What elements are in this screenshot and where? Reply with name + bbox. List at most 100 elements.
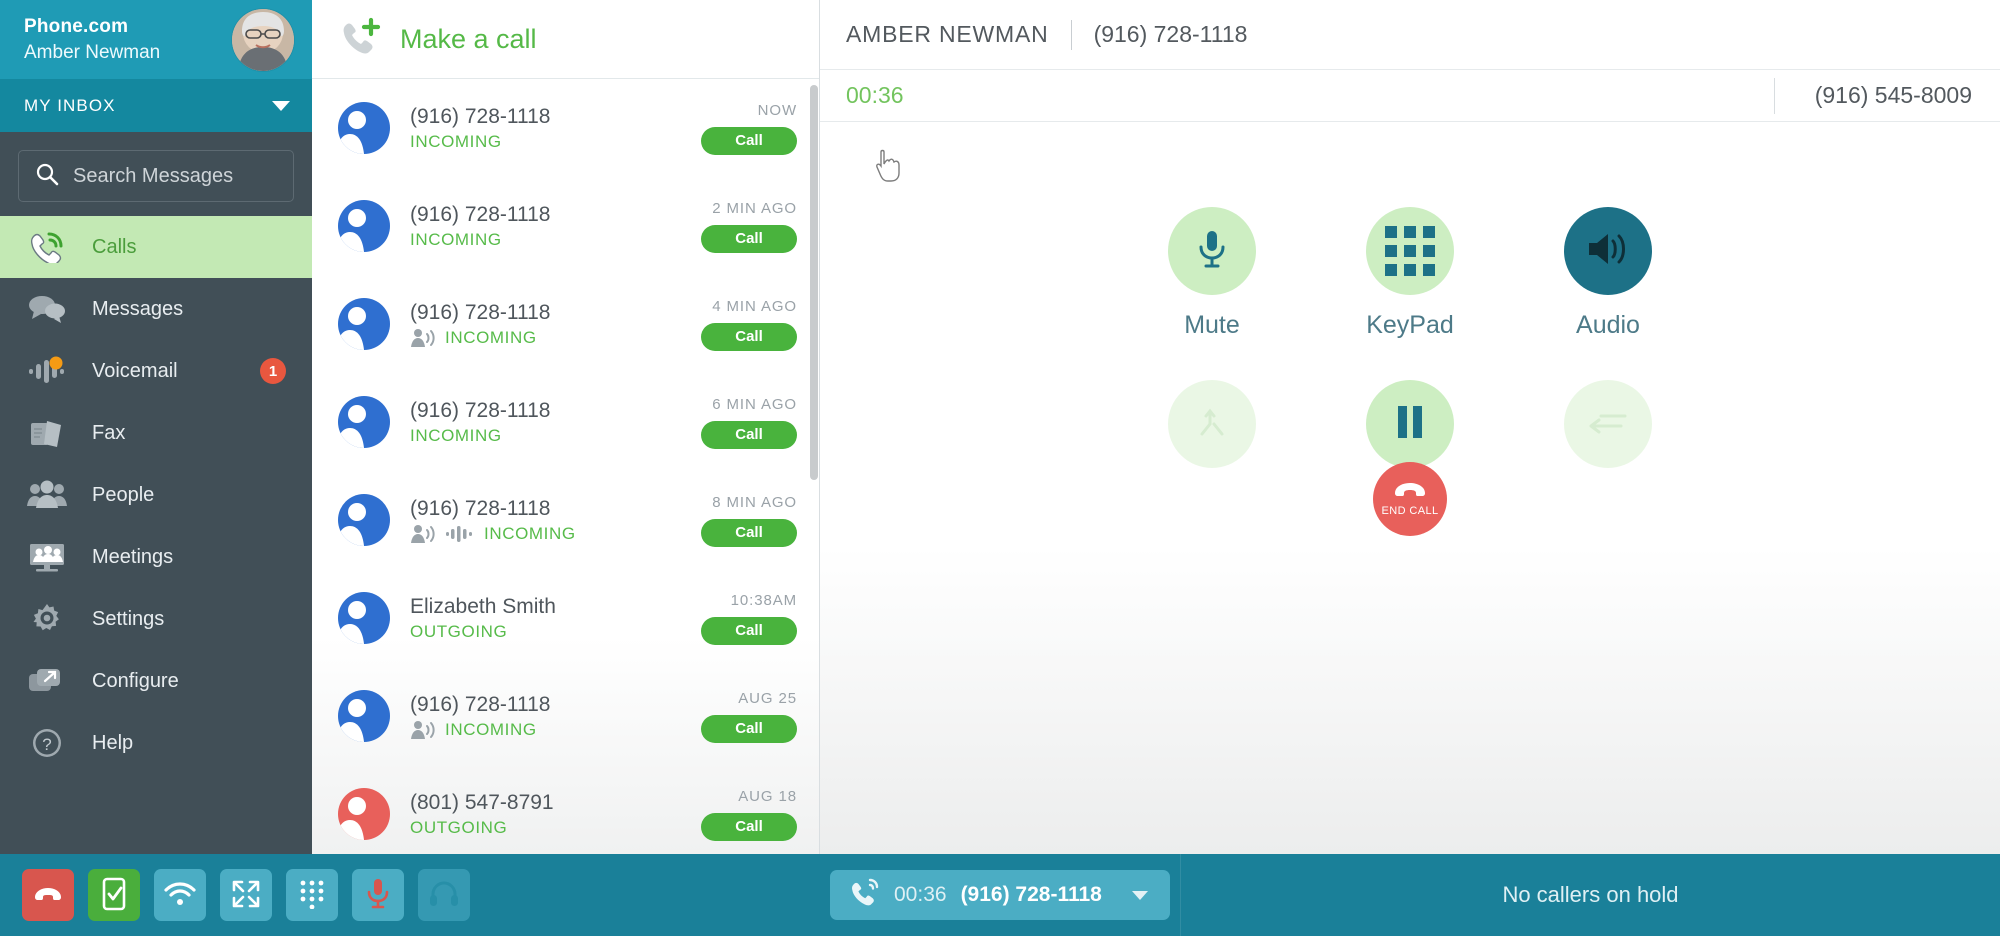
sidebar-item-label: People bbox=[92, 483, 155, 506]
sidebar-item-messages[interactable]: Messages bbox=[0, 278, 312, 340]
headset-button[interactable] bbox=[418, 869, 470, 921]
audio-button[interactable] bbox=[876, 149, 1652, 295]
fax-pages-icon bbox=[24, 417, 70, 449]
hangup-toolbar-button[interactable] bbox=[22, 869, 74, 921]
call-item-name: Elizabeth Smith bbox=[410, 594, 556, 618]
chat-bubbles-icon bbox=[24, 294, 70, 324]
call-list-item[interactable]: (916) 728-1118 INCOMING 8 MIN AGO Call bbox=[312, 471, 819, 569]
brand-name: Phone.com bbox=[24, 15, 129, 37]
inbox-label: MY INBOX bbox=[24, 95, 116, 115]
call-back-button[interactable]: Call bbox=[701, 126, 797, 155]
bottom-toolbar: 00:36 (916) 728-1118 No callers on hold bbox=[0, 854, 2000, 936]
call-list-item[interactable]: (916) 728-1118 INCOMING AUG 25 Call bbox=[312, 667, 819, 765]
hold-status-text: No callers on hold bbox=[1502, 882, 1679, 907]
search-input[interactable]: Search Messages bbox=[18, 150, 294, 202]
merge-control bbox=[1137, 380, 1287, 513]
sidebar-item-label: Help bbox=[92, 731, 134, 754]
call-item-time: 6 MIN AGO bbox=[712, 395, 797, 413]
make-a-call-button[interactable]: Make a call bbox=[312, 0, 819, 79]
sidebar-item-people[interactable]: People bbox=[0, 464, 312, 526]
mute-button[interactable] bbox=[1168, 207, 1256, 295]
call-list-item[interactable]: (916) 728-1118 INCOMING NOW Call bbox=[312, 79, 819, 177]
microphone-toolbar-button[interactable] bbox=[352, 869, 404, 921]
call-item-subrow: INCOMING bbox=[410, 524, 701, 544]
call-item-actions: 6 MIN AGO Call bbox=[701, 396, 797, 449]
call-item-name: (916) 728-1118 bbox=[410, 692, 551, 716]
avatar[interactable] bbox=[232, 8, 294, 71]
call-back-button[interactable]: Call bbox=[701, 420, 797, 449]
call-list-item[interactable]: (801) 547-8791 OUTGOING AUG 18 Call bbox=[312, 765, 819, 854]
end-call-button[interactable]: END CALL bbox=[1373, 462, 1447, 536]
call-item-subrow: OUTGOING bbox=[410, 622, 701, 642]
dialpad-button[interactable] bbox=[286, 869, 338, 921]
end-call-label: END CALL bbox=[1381, 505, 1439, 517]
keypad-label: KeyPad bbox=[1366, 311, 1454, 339]
chevron-down-icon[interactable] bbox=[1132, 890, 1148, 900]
user-avatar-photo bbox=[232, 8, 294, 71]
keypad-button[interactable] bbox=[1366, 207, 1454, 295]
call-item-actions: AUG 25 Call bbox=[701, 690, 797, 743]
sidebar-nav: Calls Messages Voicemail 1 Fax People Me… bbox=[0, 216, 312, 854]
call-duration-timer: 00:36 bbox=[846, 82, 904, 108]
main-content-row: Phone.com Amber Newman MY INBOX Search M… bbox=[0, 0, 2000, 854]
call-item-actions: AUG 18 Call bbox=[701, 788, 797, 841]
merge-call-button bbox=[1168, 380, 1256, 468]
mouse-cursor-icon bbox=[874, 146, 904, 187]
call-back-button[interactable]: Call bbox=[701, 518, 797, 547]
hold-button[interactable] bbox=[1366, 380, 1454, 468]
call-back-button[interactable]: Call bbox=[701, 714, 797, 743]
sidebar-item-configure[interactable]: Configure bbox=[0, 650, 312, 712]
call-item-name: (916) 728-1118 bbox=[410, 398, 551, 422]
inbox-selector[interactable]: MY INBOX bbox=[0, 79, 312, 132]
person-speaking-icon bbox=[410, 328, 436, 348]
call-list-scroll[interactable]: (916) 728-1118 INCOMING NOW Call (916) 728-1… bbox=[312, 79, 819, 854]
avatar bbox=[338, 298, 390, 350]
call-item-direction: INCOMING bbox=[445, 328, 537, 348]
profile-header[interactable]: Phone.com Amber Newman bbox=[0, 0, 312, 79]
active-call-indicator-wrap: 00:36 (916) 728-1118 bbox=[820, 870, 1180, 920]
search-container: Search Messages bbox=[0, 132, 312, 216]
call-item-info: (916) 728-1118 INCOMING bbox=[410, 202, 701, 250]
phone-hangup-icon bbox=[1393, 481, 1427, 500]
call-back-button[interactable]: Call bbox=[701, 616, 797, 645]
call-item-actions: 2 MIN AGO Call bbox=[701, 200, 797, 253]
call-item-subrow: INCOMING bbox=[410, 720, 701, 740]
call-back-button[interactable]: Call bbox=[701, 812, 797, 841]
avatar bbox=[338, 690, 390, 742]
call-list-item[interactable]: (916) 728-1118 INCOMING 6 MIN AGO Call bbox=[312, 373, 819, 471]
expand-icon bbox=[231, 879, 261, 912]
sidebar-item-fax[interactable]: Fax bbox=[0, 402, 312, 464]
search-icon bbox=[35, 162, 59, 191]
call-alt-number: (916) 545-8009 bbox=[1814, 82, 1972, 108]
call-back-button[interactable]: Call bbox=[701, 224, 797, 253]
avatar bbox=[338, 494, 390, 546]
phone-ringing-icon bbox=[850, 878, 880, 913]
keypad-control: KeyPad bbox=[1335, 207, 1485, 340]
call-list-item[interactable]: Elizabeth Smith OUTGOING 10:38AM Call bbox=[312, 569, 819, 667]
network-status-button[interactable] bbox=[154, 869, 206, 921]
sidebar-item-voicemail[interactable]: Voicemail 1 bbox=[0, 340, 312, 402]
call-item-info: (801) 547-8791 OUTGOING bbox=[410, 790, 701, 838]
expand-button[interactable] bbox=[220, 869, 272, 921]
call-item-actions: 4 MIN AGO Call bbox=[701, 298, 797, 351]
gear-icon bbox=[24, 602, 70, 636]
sidebar-item-meetings[interactable]: Meetings bbox=[0, 526, 312, 588]
sidebar-item-settings[interactable]: Settings bbox=[0, 588, 312, 650]
sidebar-item-help[interactable]: ? Help bbox=[0, 712, 312, 774]
bottom-toolbar-buttons bbox=[0, 869, 820, 921]
call-item-name: (801) 547-8791 bbox=[410, 790, 554, 814]
call-list-item[interactable]: (916) 728-1118 INCOMING 4 MIN AGO Call bbox=[312, 275, 819, 373]
mute-control: Mute bbox=[1137, 207, 1287, 340]
sidebar-item-calls[interactable]: Calls bbox=[0, 216, 312, 278]
call-list-scrollbar[interactable] bbox=[810, 85, 818, 480]
call-panel-subheader: 00:36 (916) 545-8009 bbox=[820, 70, 2000, 122]
call-back-button[interactable]: Call bbox=[701, 322, 797, 351]
answer-device-button[interactable] bbox=[88, 869, 140, 921]
call-item-info: (916) 728-1118 INCOMING bbox=[410, 496, 701, 544]
make-a-call-label: Make a call bbox=[400, 23, 537, 54]
active-call-indicator[interactable]: 00:36 (916) 728-1118 bbox=[830, 870, 1170, 920]
call-list-item[interactable]: (916) 728-1118 INCOMING 2 MIN AGO Call bbox=[312, 177, 819, 275]
call-controls-area: Mute KeyPad Audio END CALL bbox=[820, 122, 2000, 854]
person-speaking-icon bbox=[410, 524, 436, 544]
people-group-icon bbox=[24, 480, 70, 510]
